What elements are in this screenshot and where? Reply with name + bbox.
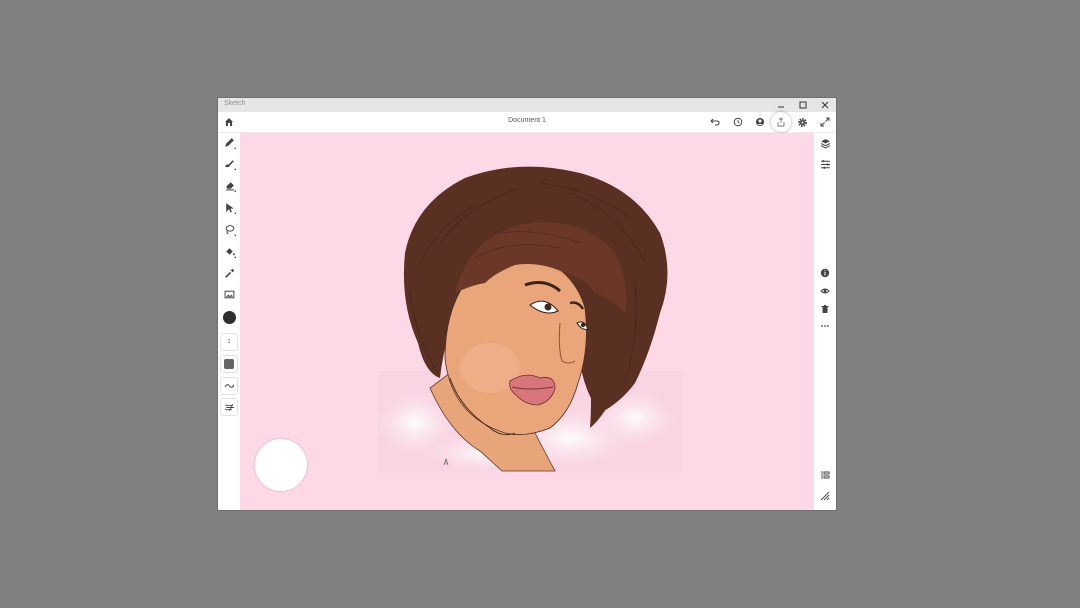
layers-icon[interactable] — [817, 135, 833, 151]
opacity[interactable] — [220, 355, 238, 373]
color-swatch[interactable] — [220, 308, 238, 326]
visibility-icon[interactable] — [817, 283, 833, 299]
top-toolbar: Document 1 — [218, 112, 836, 133]
brush-size[interactable]: 1 — [220, 333, 238, 351]
close-button[interactable] — [814, 98, 836, 112]
drawing-canvas[interactable] — [240, 133, 814, 510]
artwork — [375, 166, 682, 473]
fill-icon[interactable] — [220, 242, 238, 260]
settings-icon[interactable] — [794, 114, 810, 130]
delete-icon[interactable] — [817, 301, 833, 317]
eraser-icon[interactable] — [220, 176, 238, 194]
tool-panel: 1 — [218, 133, 240, 510]
fullscreen-icon[interactable] — [817, 114, 833, 130]
brush-preview-circle — [255, 439, 307, 491]
undo-icon[interactable] — [707, 114, 723, 130]
eyedropper-icon[interactable] — [220, 264, 238, 282]
maximize-button[interactable] — [792, 98, 814, 112]
app-title: Sketch — [224, 100, 246, 107]
select-arrow-icon[interactable] — [220, 198, 238, 216]
resize-icon[interactable] — [817, 488, 833, 504]
brush-size-value: 1 — [227, 339, 231, 345]
current-color-dot — [222, 310, 236, 324]
merge-icon[interactable] — [817, 467, 833, 483]
lasso-icon[interactable] — [220, 220, 238, 238]
pressure-icon[interactable] — [220, 398, 238, 416]
smoothing-icon[interactable] — [220, 377, 238, 395]
app-window: Sketch Document 1 1 — [218, 98, 836, 510]
opacity-swatch — [224, 359, 234, 369]
timelapse-icon[interactable] — [730, 114, 746, 130]
account-icon[interactable] — [752, 114, 768, 130]
layers-panel — [814, 133, 836, 510]
share-icon[interactable] — [771, 112, 791, 132]
info-icon[interactable] — [817, 265, 833, 281]
title-bar: Sketch — [218, 98, 836, 112]
pencil-icon[interactable] — [220, 133, 238, 151]
more-icon[interactable] — [817, 318, 833, 334]
image-icon[interactable] — [220, 285, 238, 303]
brush-icon[interactable] — [220, 154, 238, 172]
minimize-button[interactable] — [770, 98, 792, 112]
layer-properties-icon[interactable] — [817, 156, 833, 172]
